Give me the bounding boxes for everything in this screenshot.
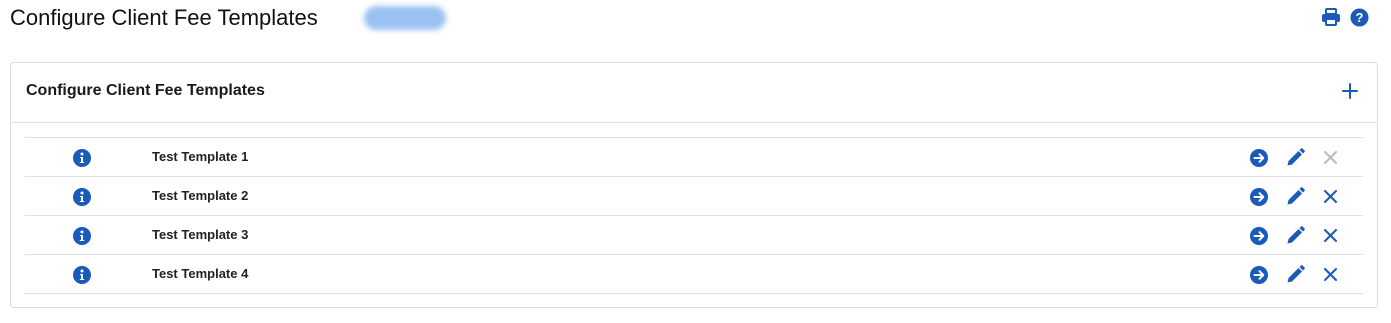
templates-card: Configure Client Fee Templates Test Temp… bbox=[10, 62, 1378, 308]
info-icon[interactable] bbox=[73, 266, 91, 289]
print-icon[interactable] bbox=[1321, 8, 1341, 27]
template-row: Test Template 3 bbox=[25, 215, 1363, 254]
open-template-button[interactable] bbox=[1250, 226, 1268, 250]
info-icon[interactable] bbox=[73, 149, 91, 172]
plus-icon bbox=[1342, 83, 1358, 99]
status-badge bbox=[364, 6, 446, 30]
arrow-right-circle-icon bbox=[1250, 148, 1268, 167]
page-title: Configure Client Fee Templates bbox=[10, 5, 318, 30]
row-actions bbox=[1250, 187, 1337, 211]
template-row: Test Template 4 bbox=[25, 254, 1363, 294]
row-actions bbox=[1250, 265, 1337, 289]
card-header: Configure Client Fee Templates bbox=[11, 63, 1377, 123]
add-template-button[interactable] bbox=[1342, 83, 1358, 104]
templates-list: Test Template 1 Test Template 2 Test Tem… bbox=[25, 137, 1363, 294]
arrow-right-circle-icon bbox=[1250, 265, 1268, 284]
edit-template-button[interactable] bbox=[1286, 226, 1305, 250]
template-name: Test Template 1 bbox=[152, 149, 249, 164]
delete-template-button[interactable] bbox=[1324, 190, 1337, 208]
svg-text:?: ? bbox=[1356, 10, 1364, 25]
edit-template-button[interactable] bbox=[1286, 187, 1305, 211]
pencil-icon bbox=[1287, 148, 1305, 166]
info-icon[interactable] bbox=[73, 188, 91, 211]
delete-template-button[interactable] bbox=[1324, 229, 1337, 247]
card-title: Configure Client Fee Templates bbox=[26, 82, 265, 99]
page-actions: ? bbox=[1321, 8, 1369, 27]
close-icon bbox=[1324, 229, 1337, 242]
open-template-button[interactable] bbox=[1250, 148, 1268, 172]
close-icon bbox=[1324, 151, 1337, 164]
pencil-icon bbox=[1287, 265, 1305, 283]
pencil-icon bbox=[1287, 226, 1305, 244]
arrow-right-circle-icon bbox=[1250, 187, 1268, 206]
help-icon[interactable]: ? bbox=[1350, 8, 1369, 27]
row-actions bbox=[1250, 226, 1337, 250]
arrow-right-circle-icon bbox=[1250, 226, 1268, 245]
template-name: Test Template 2 bbox=[152, 188, 249, 203]
edit-template-button[interactable] bbox=[1286, 148, 1305, 172]
close-icon bbox=[1324, 268, 1337, 281]
pencil-icon bbox=[1287, 187, 1305, 205]
template-name: Test Template 3 bbox=[152, 227, 249, 242]
info-icon[interactable] bbox=[73, 227, 91, 250]
template-name: Test Template 4 bbox=[152, 266, 249, 281]
row-actions bbox=[1250, 148, 1337, 172]
template-row: Test Template 2 bbox=[25, 176, 1363, 215]
edit-template-button[interactable] bbox=[1286, 265, 1305, 289]
delete-template-button[interactable] bbox=[1324, 268, 1337, 286]
delete-template-button bbox=[1324, 151, 1337, 169]
open-template-button[interactable] bbox=[1250, 265, 1268, 289]
close-icon bbox=[1324, 190, 1337, 203]
open-template-button[interactable] bbox=[1250, 187, 1268, 211]
template-row: Test Template 1 bbox=[25, 137, 1363, 176]
